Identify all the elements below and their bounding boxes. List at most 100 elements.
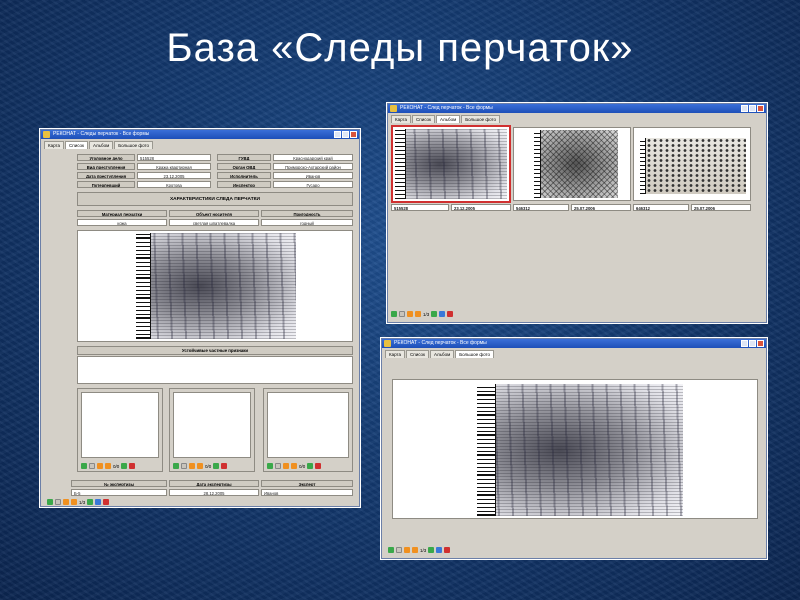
first-record-icon[interactable] (267, 463, 273, 469)
close-icon[interactable] (757, 105, 764, 112)
feature-image-1[interactable] (81, 392, 159, 458)
edit-icon[interactable] (89, 463, 95, 469)
field-value-guvd[interactable]: Краснодарский край (273, 154, 353, 161)
photo-tabs: Карта Список Альбом Большое фото (385, 350, 495, 358)
feature-image-3[interactable] (267, 392, 349, 458)
edit-icon[interactable] (275, 463, 281, 469)
save-icon[interactable] (404, 547, 410, 553)
edit-icon[interactable] (55, 499, 61, 505)
big-photo-image[interactable] (477, 384, 683, 516)
next-page-icon[interactable] (95, 499, 102, 505)
delete-icon[interactable] (221, 463, 228, 469)
expertise-number-value[interactable]: Б-5 (71, 489, 167, 496)
page-counter-3: 0/0 (299, 463, 306, 469)
delete-icon[interactable] (103, 499, 110, 505)
first-record-icon[interactable] (47, 499, 53, 505)
save-icon[interactable] (283, 463, 289, 469)
field-value-inspector[interactable]: Гусаро (273, 181, 353, 188)
tab-list[interactable]: Список (412, 115, 436, 123)
maximize-icon[interactable] (342, 131, 349, 138)
minimize-icon[interactable] (741, 105, 748, 112)
prev-icon[interactable] (291, 463, 297, 469)
next-icon[interactable] (307, 463, 314, 469)
field-value-victim[interactable]: Кротова (137, 181, 211, 188)
prev-icon[interactable] (197, 463, 203, 469)
minimize-icon[interactable] (741, 340, 748, 347)
album-thumbnail-2[interactable] (513, 127, 631, 201)
first-record-icon[interactable] (81, 463, 87, 469)
save-icon[interactable] (189, 463, 195, 469)
edit-icon[interactable] (396, 547, 402, 553)
thumbnail-id-3: 646312 (633, 204, 689, 211)
delete-icon[interactable] (444, 547, 451, 553)
delete-icon[interactable] (129, 463, 136, 469)
form-window-titlebar[interactable]: РЕКОНАТ - Следы перчаток - Все формы (41, 130, 359, 139)
delete-icon[interactable] (447, 311, 454, 317)
tab-album[interactable]: Альбом (436, 115, 461, 123)
photo-window-titlebar[interactable]: РЕКОНАТ - След перчаток - Все формы (382, 339, 766, 348)
feature-image-2[interactable] (173, 392, 251, 458)
field-value-case[interactable]: 515528 (137, 154, 211, 161)
prev-icon[interactable] (105, 463, 111, 469)
tab-album[interactable]: Альбом (89, 141, 114, 149)
field-value-ovd[interactable]: Приморско-Ахтарский район (273, 163, 353, 170)
next-page-icon[interactable] (436, 547, 443, 553)
field-label-victim: Потерпевший (77, 181, 135, 188)
prev-icon[interactable] (415, 311, 421, 317)
save-icon[interactable] (97, 463, 103, 469)
edit-icon[interactable] (399, 311, 405, 317)
minimize-icon[interactable] (334, 131, 341, 138)
field-value-crime-date[interactable]: 23.12.2005 (137, 172, 211, 179)
tab-list[interactable]: Список (406, 350, 430, 358)
list-window-titlebar[interactable]: РЕКОНАТ - След перчаток - Все формы (388, 104, 766, 113)
edit-icon[interactable] (181, 463, 187, 469)
next-icon[interactable] (213, 463, 220, 469)
tab-map[interactable]: Карта (385, 350, 406, 358)
next-icon[interactable] (431, 311, 438, 317)
expert-label: Эксперт (261, 480, 353, 487)
col-value-object[interactable]: светлая шпатлевалка (169, 219, 259, 226)
tab-big-photo[interactable]: Большое фото (455, 350, 494, 358)
tab-album[interactable]: Альбом (430, 350, 455, 358)
tab-map[interactable]: Карта (391, 115, 412, 123)
prev-icon[interactable] (412, 547, 418, 553)
next-icon[interactable] (121, 463, 128, 469)
album-thumbnail-3[interactable] (633, 127, 751, 201)
scale-ruler (395, 129, 406, 199)
expertise-date-value[interactable]: 28.12.2005 (169, 489, 259, 496)
field-label-crime-date: Дата преступления (77, 172, 135, 179)
first-record-icon[interactable] (388, 547, 394, 553)
maximize-icon[interactable] (749, 105, 756, 112)
field-value-executor[interactable]: Иванов (273, 172, 353, 179)
field-label-case: Уголовное дело (77, 154, 135, 161)
first-record-icon[interactable] (173, 463, 179, 469)
maximize-icon[interactable] (749, 340, 756, 347)
page-counter-2: 0/0 (205, 463, 212, 469)
feature-panel-2: 0/0 (169, 388, 255, 472)
save-icon[interactable] (407, 311, 413, 317)
close-icon[interactable] (757, 340, 764, 347)
field-label-inspector: Инспектор (217, 181, 271, 188)
field-value-crime-type[interactable]: Кража квартирная (137, 163, 211, 170)
thumbnail-date-1: 23.12.2005 (451, 204, 511, 211)
main-image-panel (77, 230, 353, 342)
album-thumbnail-1[interactable] (391, 125, 511, 203)
next-icon[interactable] (428, 547, 435, 553)
tab-map[interactable]: Карта (44, 141, 65, 149)
delete-icon[interactable] (315, 463, 322, 469)
glove-print-image[interactable] (136, 233, 296, 339)
tab-list[interactable]: Список (65, 141, 89, 149)
tab-big-photo[interactable]: Большое фото (461, 115, 500, 123)
col-value-material[interactable]: кожа (77, 219, 167, 226)
close-icon[interactable] (350, 131, 357, 138)
save-icon[interactable] (63, 499, 69, 505)
next-page-icon[interactable] (439, 311, 446, 317)
expert-value[interactable]: Иванов (261, 489, 353, 496)
features-textbox[interactable] (77, 356, 353, 384)
tab-big-photo[interactable]: Большое фото (114, 141, 153, 149)
next-icon[interactable] (87, 499, 94, 505)
app-icon (43, 131, 50, 138)
col-value-suitability[interactable]: годный (261, 219, 353, 226)
first-record-icon[interactable] (391, 311, 397, 317)
prev-icon[interactable] (71, 499, 77, 505)
